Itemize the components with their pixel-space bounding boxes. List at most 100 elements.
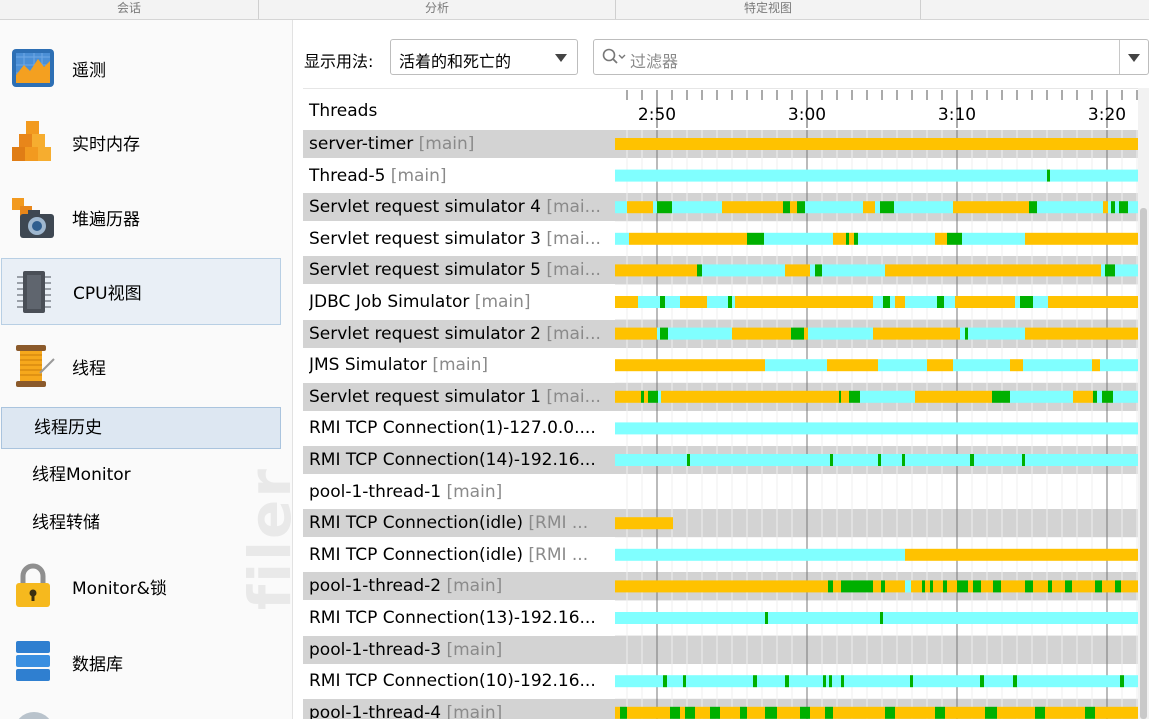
- display-mode-select[interactable]: 活着的和死亡的: [390, 39, 578, 75]
- time-tick-label: 2:50: [638, 105, 676, 125]
- thread-state-segment: [841, 580, 873, 593]
- thread-state-segment: [844, 675, 910, 688]
- thread-state-segment: [1029, 201, 1037, 214]
- filter-dropdown-button[interactable]: [1119, 40, 1148, 74]
- thread-state-segment: [953, 359, 1010, 372]
- thread-state-segment: [1052, 580, 1065, 593]
- thread-state-segment: [911, 580, 922, 593]
- thread-state-segment: [783, 201, 790, 214]
- thread-state-segment: [1025, 232, 1138, 245]
- thread-state-segment: [660, 327, 668, 340]
- sidebar-item-label: 数据库: [72, 654, 123, 675]
- row-stripe: [615, 509, 1138, 538]
- sidebar-item-telemetry[interactable]: 遥测: [0, 40, 292, 96]
- thread-state-segment: [1010, 359, 1023, 372]
- thread-state-segment: [685, 706, 695, 719]
- thread-state-segment: [747, 706, 765, 719]
- thread-state-segment: [885, 706, 895, 719]
- search-icon: [602, 48, 626, 64]
- thread-state-segment: [687, 454, 690, 466]
- sidebar-subitem-thread-history[interactable]: 线程历史: [1, 407, 281, 449]
- time-tick-label: 3:00: [788, 105, 826, 125]
- thread-state-segment: [747, 232, 764, 245]
- thread-history-toolbar: 显示用法: 活着的和死亡的 过滤器: [293, 20, 1149, 88]
- sidebar-item-label: 实时内存: [72, 134, 140, 155]
- thread-state-segment: [846, 232, 849, 245]
- thread-state-segment: [697, 264, 702, 277]
- thread-state-segment: [615, 232, 629, 245]
- thread-name-text: pool-1-thread-1: [309, 481, 442, 502]
- thread-state-segment: [913, 675, 980, 688]
- thread-state-segment: [1102, 390, 1113, 403]
- thread-state-segment: [828, 580, 833, 593]
- thread-state-segment: [629, 232, 747, 245]
- thread-state-segment: [825, 706, 833, 719]
- thread-state-segment: [732, 296, 735, 308]
- thread-state-segment: [830, 454, 833, 466]
- thread-state-segment: [1115, 580, 1121, 593]
- thread-state-segment: [930, 580, 933, 593]
- threads-column-header[interactable]: Threads: [309, 101, 377, 121]
- section-analysis[interactable]: 分析: [259, 0, 616, 19]
- thread-state-segment: [878, 359, 927, 372]
- thread-group: [main]: [385, 165, 447, 186]
- thread-state-segment: [1048, 296, 1138, 308]
- thread-state-segment: [683, 675, 686, 688]
- thread-state-segment: [957, 580, 968, 593]
- thread-state-segment: [785, 264, 810, 277]
- thread-group: [mai...: [540, 386, 601, 407]
- thread-state-segment: [800, 706, 810, 719]
- sidebar-item-databases[interactable]: 数据库: [0, 634, 292, 690]
- thread-state-segment: [885, 264, 1101, 277]
- thread-name: server-timer [main]: [309, 134, 609, 154]
- thread-state-segment: [992, 390, 1010, 403]
- thread-state-segment: [943, 580, 947, 593]
- scrollbar-thumb[interactable]: [1140, 208, 1147, 719]
- thread-state-segment: [1038, 296, 1048, 308]
- chevron-down-icon: [555, 54, 567, 62]
- sidebar-item-cpu-views[interactable]: CPU视图: [1, 258, 281, 325]
- sidebar-item-threads[interactable]: 线程: [0, 338, 292, 394]
- thread-state-segment: [970, 454, 974, 466]
- thread-state-segment: [962, 232, 1025, 245]
- thread-state-segment: [1108, 201, 1111, 214]
- thread-group: [mai...: [540, 228, 601, 249]
- thread-state-segment: [833, 454, 878, 466]
- thread-filter-input[interactable]: 过滤器: [593, 39, 1149, 75]
- thread-name: JMS Simulator [main]: [309, 355, 609, 375]
- thread-name-text: Servlet request simulator 1: [309, 386, 541, 407]
- chevron-down-icon: [1128, 54, 1140, 62]
- sidebar-item-heap-walker[interactable]: 堆遍历器: [0, 189, 292, 245]
- thread-timeline-chart[interactable]: 2:50 3:00 3:10 3:20: [615, 88, 1138, 719]
- section-session[interactable]: 会话: [0, 0, 259, 19]
- thread-state-segment: [1017, 675, 1120, 688]
- thread-group: [main]: [441, 576, 503, 597]
- thread-state-segment: [974, 454, 1022, 466]
- thread-state-segment: [615, 296, 638, 308]
- thread-name-text: RMI TCP Connection(idle): [309, 544, 523, 565]
- brand-watermark: filer: [236, 467, 293, 610]
- thread-state-segment: [823, 675, 826, 688]
- thread-group: [mai...: [540, 260, 601, 281]
- thread-state-segment: [860, 390, 915, 403]
- vertical-scrollbar[interactable]: [1138, 88, 1149, 719]
- thread-name-text: Servlet request simulator 5: [309, 260, 541, 281]
- thread-state-segment: [833, 232, 846, 245]
- section-special-views[interactable]: 特定视图: [616, 0, 921, 19]
- thread-state-segment: [905, 580, 911, 593]
- thread-state-segment: [915, 296, 937, 308]
- thread-state-segment: [984, 675, 1013, 688]
- thread-state-segment: [881, 454, 902, 466]
- thread-state-segment: [985, 706, 997, 719]
- thread-state-segment: [615, 422, 1138, 435]
- thread-state-segment: [1033, 580, 1048, 593]
- thread-state-segment: [1095, 580, 1102, 593]
- thread-state-segment: [922, 580, 925, 593]
- thread-state-segment: [1013, 675, 1017, 688]
- sidebar-item-live-memory[interactable]: 实时内存: [0, 114, 292, 170]
- thread-state-segment: [833, 580, 841, 593]
- thread-state-segment: [1020, 296, 1033, 308]
- thread-state-segment: [1115, 264, 1119, 277]
- thread-name: RMI TCP Connection(13)-192.16...: [309, 608, 609, 628]
- thread-group: [mai...: [540, 197, 601, 218]
